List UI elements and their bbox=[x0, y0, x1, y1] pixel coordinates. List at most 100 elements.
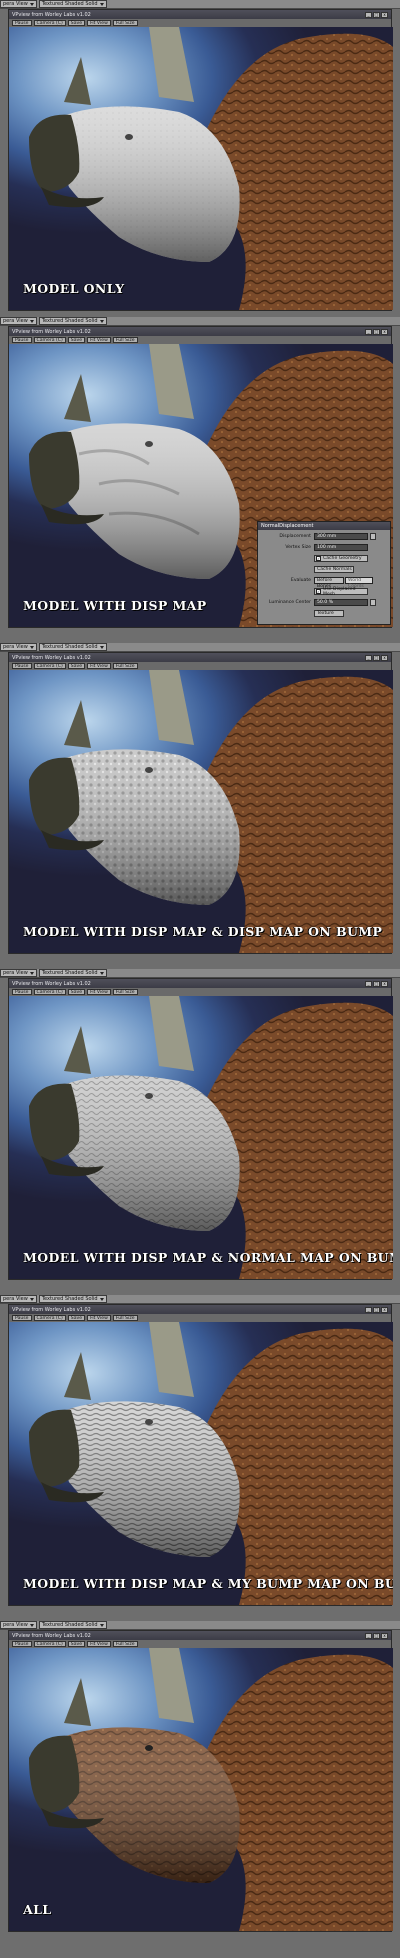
maximize-button[interactable]: □ bbox=[373, 654, 380, 661]
envelope-button[interactable] bbox=[370, 599, 376, 606]
save-button[interactable]: Save bbox=[67, 1641, 86, 1647]
nose-horn bbox=[64, 1026, 91, 1074]
full-size-button[interactable]: Full Size bbox=[112, 1315, 138, 1321]
view-selector[interactable]: pera View bbox=[0, 969, 37, 977]
pause-button[interactable]: Pause bbox=[12, 663, 32, 669]
full-size-button[interactable]: Full Size bbox=[112, 20, 138, 26]
pause-button[interactable]: Pause bbox=[12, 20, 32, 26]
envelope-button[interactable] bbox=[370, 533, 376, 540]
toolbar: Pause Camera (C) Save Fit View Full Size bbox=[9, 988, 391, 996]
nose-horn bbox=[64, 1352, 91, 1400]
chevron-down-icon bbox=[99, 1297, 104, 1301]
before-bones-option[interactable]: Before Bones bbox=[314, 577, 344, 589]
render-mode-selector[interactable]: Textured Shaded Solid bbox=[38, 1621, 107, 1629]
fit-view-button[interactable]: Fit View bbox=[87, 663, 111, 669]
save-button[interactable]: Save bbox=[67, 337, 86, 343]
chevron-down-icon bbox=[99, 971, 104, 975]
maximize-button[interactable]: □ bbox=[373, 328, 380, 335]
minimize-button[interactable]: _ bbox=[365, 654, 372, 661]
full-size-button[interactable]: Full Size bbox=[112, 1641, 138, 1647]
save-button[interactable]: Save bbox=[67, 663, 86, 669]
view-mode-strip: pera View Textured Shaded Solid bbox=[0, 0, 400, 9]
pause-button[interactable]: Pause bbox=[12, 1315, 32, 1321]
triceratops-render bbox=[29, 27, 393, 310]
full-size-button[interactable]: Full Size bbox=[112, 663, 138, 669]
window-title: VPview from Worley Labs v1.02 bbox=[12, 328, 91, 335]
pause-button[interactable]: Pause bbox=[12, 1641, 32, 1647]
world-coords-option[interactable]: World Coords bbox=[345, 577, 373, 589]
view-selector[interactable]: pera View bbox=[0, 1621, 37, 1629]
camera-button[interactable]: Camera (C) bbox=[33, 1641, 66, 1647]
camera-button[interactable]: Camera (C) bbox=[33, 337, 66, 343]
render-viewport[interactable]: MODEL WITH DISP MAP & DISP MAP ON BUMP bbox=[9, 670, 393, 953]
texture-button[interactable]: Texture bbox=[314, 610, 344, 617]
chevron-down-icon bbox=[29, 319, 34, 323]
close-button[interactable]: x bbox=[381, 1632, 388, 1639]
fit-view-button[interactable]: Fit View bbox=[87, 989, 111, 995]
title-bar: VPview from Worley Labs v1.02 _ □ x bbox=[9, 327, 391, 336]
close-button[interactable]: x bbox=[381, 980, 388, 987]
render-viewport[interactable]: ALL bbox=[9, 1648, 393, 1931]
render-viewport[interactable]: MODEL WITH DISP MAP & MY BUMP MAP ON BUM… bbox=[9, 1322, 393, 1605]
vpview-window-3: VPview from Worley Labs v1.02 _ □ x Paus… bbox=[8, 652, 393, 954]
minimize-button[interactable]: _ bbox=[365, 980, 372, 987]
panel-caption: MODEL WITH DISP MAP & NORMAL MAP ON BUMP bbox=[23, 1250, 393, 1265]
luminance-center-field[interactable]: 50.0 % bbox=[314, 599, 368, 606]
triceratops-render bbox=[29, 996, 393, 1279]
cache-normals-button[interactable]: Cache Normals bbox=[314, 566, 354, 573]
minimize-button[interactable]: _ bbox=[365, 1306, 372, 1313]
fit-view-button[interactable]: Fit View bbox=[87, 337, 111, 343]
maximize-button[interactable]: □ bbox=[373, 11, 380, 18]
use-displaced-mesh-checkbox[interactable]: ✓ Use Displaced Mesh bbox=[314, 587, 368, 597]
camera-button[interactable]: Camera (C) bbox=[33, 1315, 66, 1321]
fit-view-button[interactable]: Fit View bbox=[87, 20, 111, 26]
camera-button[interactable]: Camera (C) bbox=[33, 20, 66, 26]
title-bar: VPview from Worley Labs v1.02 _ □ x bbox=[9, 979, 391, 988]
save-button[interactable]: Save bbox=[67, 1315, 86, 1321]
minimize-button[interactable]: _ bbox=[365, 11, 372, 18]
eye bbox=[145, 441, 153, 447]
render-viewport[interactable]: MODEL WITH DISP MAP NormalDisplacement D… bbox=[9, 344, 393, 627]
panel-caption: MODEL WITH DISP MAP & MY BUMP MAP ON BUM… bbox=[23, 1576, 393, 1591]
view-selector[interactable]: pera View bbox=[0, 0, 37, 8]
cache-geometry-checkbox[interactable]: ✓ Cache Geometry bbox=[314, 555, 368, 562]
vpview-window-5: VPview from Worley Labs v1.02 _ □ x Paus… bbox=[8, 1304, 393, 1606]
toolbar: Pause Camera (C) Save Fit View Full Size bbox=[9, 336, 391, 344]
render-mode-selector[interactable]: Textured Shaded Solid bbox=[38, 317, 107, 325]
fit-view-button[interactable]: Fit View bbox=[87, 1315, 111, 1321]
save-button[interactable]: Save bbox=[67, 989, 86, 995]
render-mode-selector[interactable]: Textured Shaded Solid bbox=[38, 969, 107, 977]
fit-view-button[interactable]: Fit View bbox=[87, 1641, 111, 1647]
view-selector[interactable]: pera View bbox=[0, 643, 37, 651]
check-icon: ✓ bbox=[316, 556, 321, 561]
chevron-down-icon bbox=[99, 1623, 104, 1627]
maximize-button[interactable]: □ bbox=[373, 1632, 380, 1639]
minimize-button[interactable]: _ bbox=[365, 1632, 372, 1639]
camera-button[interactable]: Camera (C) bbox=[33, 989, 66, 995]
pause-button[interactable]: Pause bbox=[12, 337, 32, 343]
camera-button[interactable]: Camera (C) bbox=[33, 663, 66, 669]
save-button[interactable]: Save bbox=[67, 20, 86, 26]
maximize-button[interactable]: □ bbox=[373, 980, 380, 987]
render-viewport[interactable]: MODEL ONLY bbox=[9, 27, 393, 310]
vertex-size-field[interactable]: 100 mm bbox=[314, 544, 368, 551]
chevron-down-icon bbox=[29, 2, 34, 6]
render-mode-selector[interactable]: Textured Shaded Solid bbox=[38, 1295, 107, 1303]
render-mode-selector[interactable]: Textured Shaded Solid bbox=[38, 643, 107, 651]
maximize-button[interactable]: □ bbox=[373, 1306, 380, 1313]
minimize-button[interactable]: _ bbox=[365, 328, 372, 335]
view-selector[interactable]: pera View bbox=[0, 1295, 37, 1303]
render-viewport[interactable]: MODEL WITH DISP MAP & NORMAL MAP ON BUMP bbox=[9, 996, 393, 1279]
pause-button[interactable]: Pause bbox=[12, 989, 32, 995]
displacement-field[interactable]: 300 mm bbox=[314, 533, 368, 540]
triceratops-render bbox=[29, 670, 393, 953]
view-selector[interactable]: pera View bbox=[0, 317, 37, 325]
close-button[interactable]: x bbox=[381, 11, 388, 18]
full-size-button[interactable]: Full Size bbox=[112, 337, 138, 343]
render-mode-selector[interactable]: Textured Shaded Solid bbox=[38, 0, 107, 8]
close-button[interactable]: x bbox=[381, 1306, 388, 1313]
full-size-button[interactable]: Full Size bbox=[112, 989, 138, 995]
chevron-down-icon bbox=[99, 2, 104, 6]
close-button[interactable]: x bbox=[381, 654, 388, 661]
close-button[interactable]: x bbox=[381, 328, 388, 335]
